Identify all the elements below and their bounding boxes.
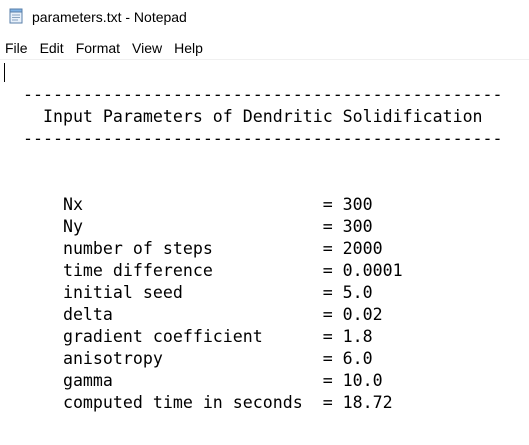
text-line: Ny = 300 (13, 217, 373, 236)
document-text: ----------------------------------------… (13, 84, 503, 445)
menu-help[interactable]: Help (168, 38, 209, 58)
text-line: number of steps = 2000 (13, 239, 383, 258)
text-line: Nx = 300 (13, 195, 373, 214)
text-editor[interactable]: ----------------------------------------… (0, 60, 529, 445)
menu-file[interactable]: File (0, 38, 34, 58)
text-line: gamma = 10.0 (13, 371, 383, 390)
text-line: anisotropy = 6.0 (13, 349, 373, 368)
notepad-icon (9, 8, 23, 24)
menu-edit[interactable]: Edit (34, 38, 70, 58)
title-bar[interactable]: parameters.txt - Notepad (0, 0, 529, 34)
text-line: Input Parameters of Dendritic Solidifica… (13, 107, 483, 126)
text-line: ----------------------------------------… (13, 437, 503, 445)
text-caret (4, 63, 5, 82)
text-line: gradient coefficient = 1.8 (13, 327, 373, 346)
text-line: initial seed = 5.0 (13, 283, 373, 302)
text-line: time difference = 0.0001 (13, 261, 403, 280)
menu-format[interactable]: Format (70, 38, 126, 58)
window-title: parameters.txt - Notepad (32, 9, 187, 25)
text-line: ----------------------------------------… (13, 85, 503, 104)
text-line: delta = 0.02 (13, 305, 383, 324)
menu-view[interactable]: View (126, 38, 168, 58)
text-line: ----------------------------------------… (13, 129, 503, 148)
menu-bar: File Edit Format View Help (0, 37, 529, 59)
text-line: computed time in seconds = 18.72 (13, 393, 393, 412)
